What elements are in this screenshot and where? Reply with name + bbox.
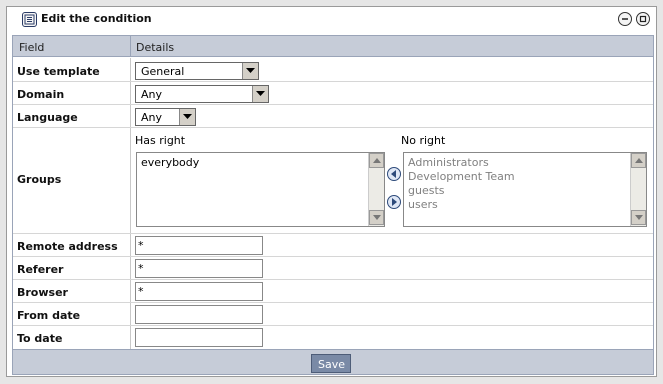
chevron-down-icon[interactable] xyxy=(242,63,258,79)
chevron-down-icon[interactable] xyxy=(179,109,195,125)
groups-label: Groups xyxy=(17,173,62,186)
condition-form-table: Field Details Use template General Domai… xyxy=(12,35,654,375)
list-item[interactable]: guests xyxy=(408,184,445,197)
from-date-label: From date xyxy=(17,309,81,322)
has-right-label: Has right xyxy=(135,134,186,147)
column-divider xyxy=(130,58,131,349)
chevron-down-icon[interactable] xyxy=(252,86,268,102)
header-divider xyxy=(130,36,131,57)
list-item[interactable]: Development Team xyxy=(408,170,515,183)
row-divider xyxy=(13,127,653,128)
row-divider xyxy=(13,81,653,82)
use-template-select[interactable]: General xyxy=(135,62,259,80)
use-template-label: Use template xyxy=(17,65,100,78)
remote-address-input[interactable] xyxy=(135,236,263,255)
save-button[interactable]: Save xyxy=(311,354,351,373)
edit-document-icon xyxy=(22,12,37,27)
domain-label: Domain xyxy=(17,88,65,101)
remote-address-label: Remote address xyxy=(17,240,118,253)
header-details: Details xyxy=(136,41,175,54)
language-label: Language xyxy=(17,111,78,124)
domain-select[interactable]: Any xyxy=(135,85,269,103)
use-template-value: General xyxy=(141,65,185,78)
list-item[interactable]: users xyxy=(408,198,438,211)
to-date-label: To date xyxy=(17,332,63,345)
row-divider xyxy=(13,325,653,326)
row-divider xyxy=(13,302,653,303)
label-column xyxy=(13,58,130,349)
language-value: Any xyxy=(141,111,163,124)
minimize-icon[interactable] xyxy=(618,12,632,26)
row-divider xyxy=(13,104,653,105)
scrollbar[interactable] xyxy=(630,153,646,226)
row-divider xyxy=(13,279,653,280)
table-header: Field Details xyxy=(13,36,653,57)
form-footer: Save xyxy=(13,349,653,374)
list-item[interactable]: everybody xyxy=(141,156,199,169)
has-right-listbox[interactable]: everybody xyxy=(136,152,385,227)
window-title: Edit the condition xyxy=(41,12,152,25)
referer-input[interactable] xyxy=(135,259,263,278)
header-field: Field xyxy=(19,41,45,54)
arrow-left-icon[interactable] xyxy=(387,167,401,181)
domain-value: Any xyxy=(141,88,163,101)
arrow-right-icon[interactable] xyxy=(387,195,401,209)
no-right-listbox[interactable]: Administrators Development Team guests u… xyxy=(403,152,647,227)
browser-label: Browser xyxy=(17,286,68,299)
referer-label: Referer xyxy=(17,263,64,276)
scroll-up-icon[interactable] xyxy=(631,153,646,168)
scroll-up-icon[interactable] xyxy=(369,153,384,168)
from-date-input[interactable] xyxy=(135,305,263,324)
no-right-label: No right xyxy=(401,134,446,147)
scroll-down-icon[interactable] xyxy=(631,210,646,225)
language-select[interactable]: Any xyxy=(135,108,196,126)
edit-condition-window: Edit the condition Field Details Use tem… xyxy=(6,6,657,377)
row-divider xyxy=(13,256,653,257)
close-icon[interactable] xyxy=(636,12,650,26)
to-date-input[interactable] xyxy=(135,328,263,347)
browser-input[interactable] xyxy=(135,282,263,301)
list-item[interactable]: Administrators xyxy=(408,156,489,169)
scroll-down-icon[interactable] xyxy=(369,210,384,225)
scrollbar[interactable] xyxy=(368,153,384,226)
row-divider xyxy=(13,233,653,234)
window-titlebar: Edit the condition xyxy=(7,7,656,32)
